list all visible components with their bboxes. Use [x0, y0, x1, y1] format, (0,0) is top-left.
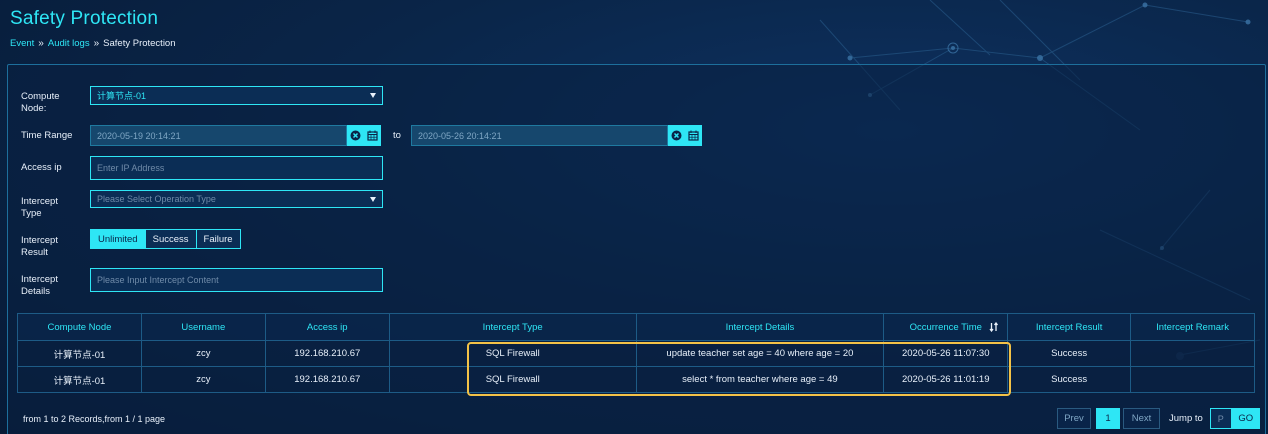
calendar-icon[interactable]: [364, 125, 381, 146]
pagination: Prev 1 Next Jump to P GO: [1057, 408, 1260, 429]
cell-username: zcy: [140, 366, 266, 393]
sort-icon[interactable]: [989, 321, 999, 335]
cell-intercept-details: select * from teacher where age = 49: [635, 366, 885, 393]
breadcrumb-event-link[interactable]: Event: [10, 38, 34, 49]
to-label: to: [393, 130, 401, 141]
cell-access-ip: 192.168.210.67: [264, 366, 390, 393]
cell-compute-node: 计算节点-01: [17, 366, 142, 393]
cell-intercept-type: SQL Firewall: [388, 340, 637, 367]
compute-node-select[interactable]: 计算节点-01: [90, 86, 383, 105]
start-date-value[interactable]: 2020-05-19 20:14:21: [90, 125, 347, 146]
next-button[interactable]: Next: [1123, 408, 1160, 429]
intercept-result-label: Intercept Result: [21, 235, 58, 258]
result-failure-option[interactable]: Failure: [196, 230, 240, 248]
cell-occurrence-time: 2020-05-26 11:01:19: [883, 366, 1009, 393]
breadcrumb-audit-logs-link[interactable]: Audit logs: [48, 38, 90, 49]
cell-intercept-details: update teacher set age = 40 where age = …: [635, 340, 885, 367]
compute-node-value: 计算节点-01: [97, 91, 147, 101]
compute-node-label: Compute Node:: [21, 91, 60, 114]
column-header-access-ip: Access ip: [264, 313, 390, 341]
access-ip-input[interactable]: Enter IP Address: [90, 156, 383, 180]
intercept-result-toggle: Unlimited Success Failure: [90, 229, 241, 249]
cell-occurrence-time: 2020-05-26 11:07:30: [883, 340, 1009, 367]
column-header-username: Username: [140, 313, 266, 341]
jump-to-label: Jump to: [1169, 413, 1203, 424]
result-success-option[interactable]: Success: [145, 230, 197, 248]
cell-intercept-remark: [1130, 366, 1255, 393]
chevron-down-icon: [370, 93, 376, 98]
records-table: Compute Node Username Access ip Intercep…: [17, 313, 1255, 393]
access-ip-label: Access ip: [21, 162, 62, 173]
end-date-value[interactable]: 2020-05-26 20:14:21: [411, 125, 668, 146]
intercept-type-select[interactable]: Please Select Operation Type: [90, 190, 383, 208]
page-title: Safety Protection: [10, 8, 159, 29]
cell-access-ip: 192.168.210.67: [264, 340, 390, 367]
column-header-intercept-remark: Intercept Remark: [1130, 313, 1255, 341]
table-row[interactable]: 计算节点-01 zcy 192.168.210.67 SQL Firewall …: [17, 340, 1255, 367]
go-button[interactable]: GO: [1231, 408, 1260, 429]
column-header-occurrence-time[interactable]: Occurrence Time: [883, 313, 1009, 341]
intercept-details-label: Intercept Details: [21, 274, 58, 297]
cell-intercept-type: SQL Firewall: [388, 366, 637, 393]
column-header-intercept-type: Intercept Type: [388, 313, 637, 341]
start-date-picker[interactable]: 2020-05-19 20:14:21: [90, 125, 381, 146]
clear-icon[interactable]: [668, 125, 685, 146]
cell-compute-node: 计算节点-01: [17, 340, 142, 367]
calendar-icon[interactable]: [685, 125, 702, 146]
occurrence-time-header-label: Occurrence Time: [909, 321, 982, 333]
column-header-compute-node: Compute Node: [17, 313, 142, 341]
prev-button[interactable]: Prev: [1057, 408, 1091, 429]
result-unlimited-option[interactable]: Unlimited: [91, 230, 146, 248]
breadcrumb-current: Safety Protection: [103, 38, 176, 49]
intercept-details-input[interactable]: Please Input Intercept Content: [90, 268, 383, 292]
cell-intercept-result: Success: [1007, 366, 1132, 393]
intercept-type-placeholder: Please Select Operation Type: [97, 194, 216, 204]
time-range-label: Time Range: [21, 130, 73, 141]
table-row[interactable]: 计算节点-01 zcy 192.168.210.67 SQL Firewall …: [17, 366, 1255, 393]
clear-icon[interactable]: [347, 125, 364, 146]
breadcrumb-separator-icon: »: [93, 38, 100, 49]
table-header-row: Compute Node Username Access ip Intercep…: [17, 313, 1255, 341]
column-header-intercept-details: Intercept Details: [635, 313, 885, 341]
breadcrumb: Event » Audit logs » Safety Protection: [10, 38, 176, 49]
column-header-intercept-result: Intercept Result: [1007, 313, 1132, 341]
page-1-button[interactable]: 1: [1096, 408, 1120, 429]
chevron-down-icon: [370, 197, 376, 202]
intercept-details-placeholder: Please Input Intercept Content: [97, 275, 219, 285]
access-ip-placeholder: Enter IP Address: [97, 163, 165, 173]
intercept-type-label: Intercept Type: [21, 196, 58, 219]
cell-intercept-result: Success: [1007, 340, 1132, 367]
breadcrumb-separator-icon: »: [38, 38, 44, 49]
cell-intercept-remark: [1130, 340, 1255, 367]
records-info: from 1 to 2 Records,from 1 / 1 page: [23, 414, 166, 424]
cell-username: zcy: [140, 340, 266, 367]
end-date-picker[interactable]: 2020-05-26 20:14:21: [411, 125, 702, 146]
jump-page-input[interactable]: P: [1209, 408, 1232, 429]
